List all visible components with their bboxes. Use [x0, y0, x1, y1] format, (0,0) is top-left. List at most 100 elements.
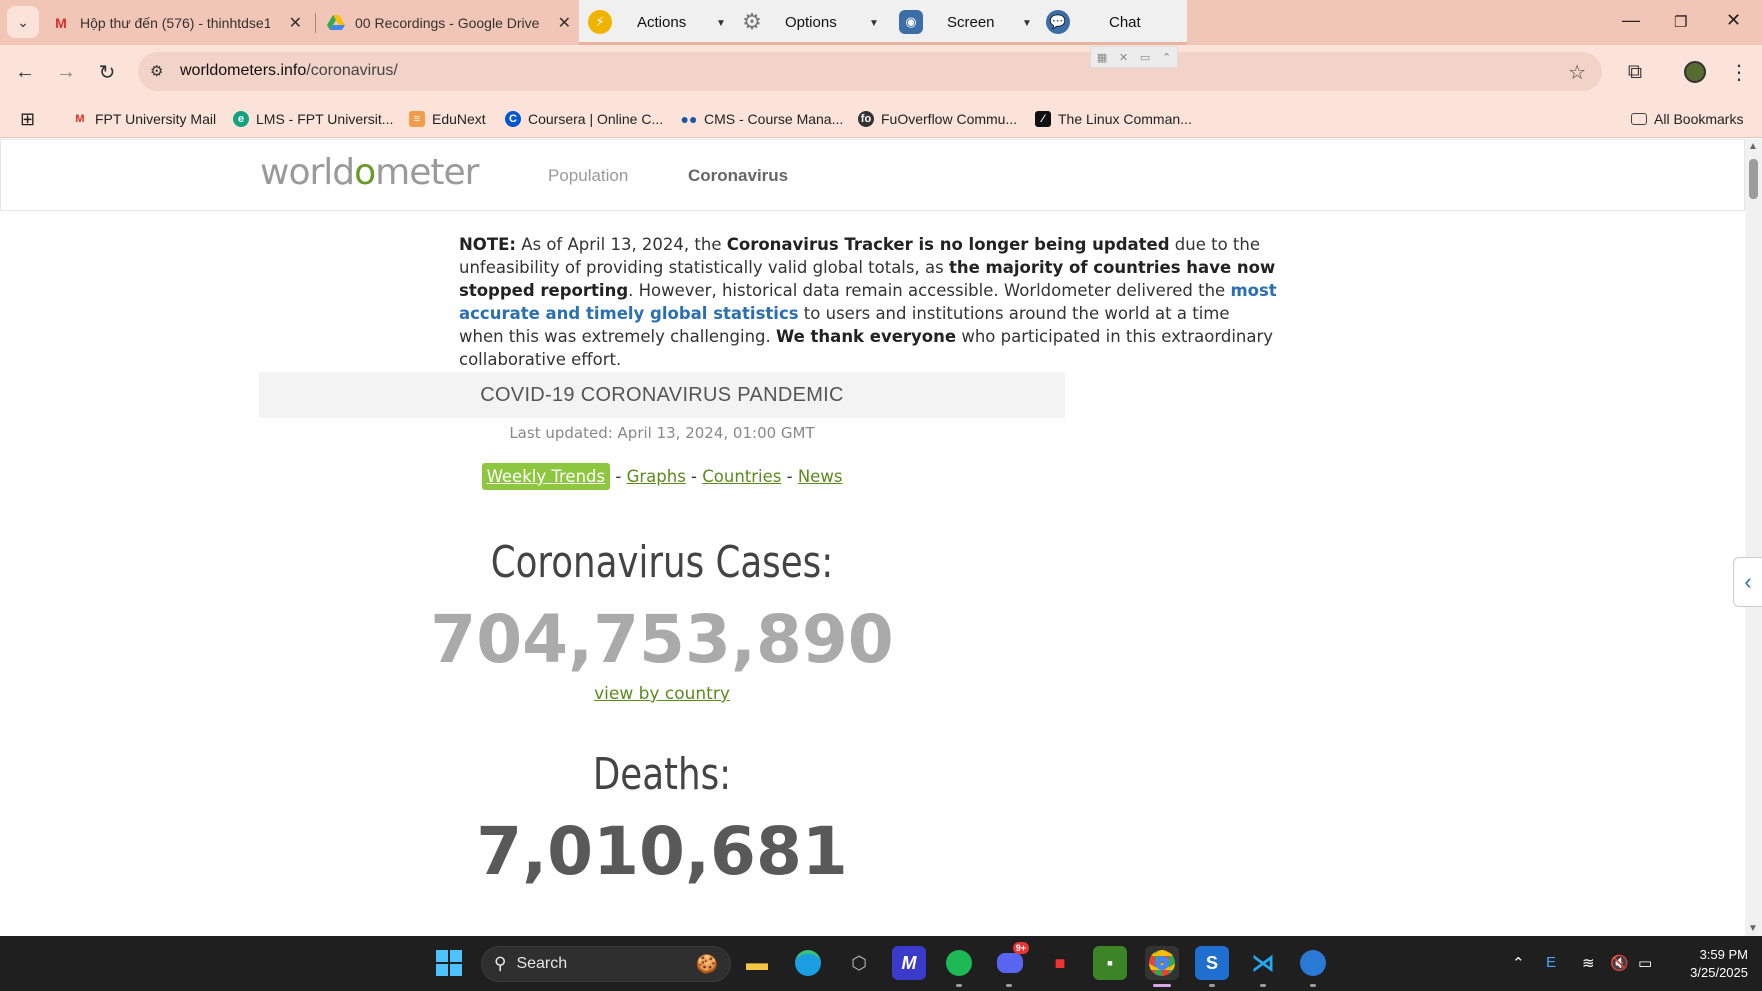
more-menu-icon[interactable]: ⋮ — [1726, 59, 1752, 85]
bookmark-edunext[interactable]: ≡ EduNext — [409, 109, 486, 129]
url-text[interactable]: worldometers.info/coronavirus/ — [180, 62, 398, 80]
folder-icon — [1631, 113, 1647, 125]
options-menu[interactable]: ⚙ Options — [740, 0, 837, 44]
graphs-link[interactable]: Graphs — [627, 467, 686, 486]
scroll-thumb[interactable] — [1749, 159, 1758, 199]
app-icon[interactable]: ⬡ — [842, 946, 876, 980]
site-header: worldometer Population Coronavirus — [0, 139, 1745, 211]
taskbar-search[interactable]: ⚲ Search 🍪 — [481, 946, 731, 982]
battery-icon[interactable]: ▭ — [1638, 954, 1652, 972]
grid-icon[interactable]: ▦ — [1097, 51, 1107, 64]
gmail-icon: M — [55, 14, 67, 31]
minimize-icon[interactable]: — — [1622, 10, 1640, 31]
note-label: NOTE: — [459, 235, 516, 254]
system-clock[interactable]: 3:59 PM 3/25/2025 — [1668, 946, 1748, 982]
google-drive-icon — [327, 14, 345, 32]
chevron-up-icon[interactable]: ⌃ — [1162, 51, 1171, 64]
volume-muted-icon[interactable]: 🔇 — [1610, 954, 1629, 972]
page-scrollbar[interactable]: ▲ ▼ — [1745, 139, 1762, 936]
clock-date: 3/25/2025 — [1690, 965, 1748, 980]
worldometer-logo[interactable]: worldometer — [260, 152, 479, 193]
minecraft-icon[interactable]: ▪ — [1093, 946, 1127, 980]
cms-icon: ●● — [680, 111, 698, 127]
forward-icon[interactable]: → — [53, 59, 79, 85]
bookmark-cms[interactable]: ●● CMS - Course Mana... — [680, 109, 844, 129]
bookmark-linux-command[interactable]: ⁄ The Linux Comman... — [1035, 109, 1192, 129]
extensions-icon[interactable]: ⧉ — [1622, 59, 1648, 85]
bookmark-fuoverflow[interactable]: fo FuOverflow Commu... — [858, 109, 1017, 129]
chrome-icon[interactable] — [1145, 946, 1179, 980]
chat-icon: 💬 — [1046, 10, 1070, 34]
pandemic-title: COVID-19 CORONAVIRUS PANDEMIC — [259, 372, 1065, 418]
linux-command-icon: ⁄ — [1035, 111, 1051, 127]
close-icon[interactable]: ✕ — [289, 13, 302, 33]
search-icon: ⚲ — [494, 954, 507, 973]
windows-start-icon[interactable] — [432, 946, 466, 980]
all-bookmarks-button[interactable]: All Bookmarks — [1631, 109, 1743, 129]
remote-desktop-icon[interactable] — [1296, 946, 1330, 980]
bookmark-star-icon[interactable]: ☆ — [1568, 60, 1586, 85]
search-highlight-icon: 🍪 — [695, 953, 718, 974]
wifi-icon[interactable]: ≋ — [1582, 954, 1595, 972]
restore-icon[interactable]: ❐ — [1674, 13, 1687, 31]
chevron-down-icon[interactable]: ▼ — [869, 18, 879, 29]
tab-gmail[interactable]: M Hộp thư đến (576) - thinhtdse1 ✕ — [52, 0, 310, 45]
chevron-left-icon: ‹ — [1744, 569, 1752, 594]
game-icon[interactable]: ■ — [1043, 946, 1077, 980]
screen-menu[interactable]: ◉ Screen — [899, 0, 995, 44]
coursera-icon: C — [505, 111, 521, 127]
bookmark-lms[interactable]: e LMS - FPT Universit... — [233, 109, 393, 129]
sourcetree-icon[interactable]: S — [1195, 946, 1229, 980]
bookmark-fpt-mail[interactable]: M FPT University Mail — [72, 109, 216, 129]
notification-badge: 9+ — [1012, 942, 1029, 954]
bookmark-label: CMS - Course Mana... — [704, 111, 844, 127]
chevron-down-icon[interactable]: ▼ — [716, 18, 726, 29]
reload-icon[interactable]: ↻ — [94, 59, 120, 85]
notion-like-icon[interactable]: M — [892, 946, 926, 980]
news-link[interactable]: News — [798, 467, 843, 486]
back-icon[interactable]: ← — [12, 59, 38, 85]
discord-icon[interactable]: 9+ — [993, 942, 1029, 980]
countries-link[interactable]: Countries — [702, 467, 781, 486]
chat-button[interactable]: 💬 Chat — [1046, 0, 1141, 44]
tab-google-drive[interactable]: 00 Recordings - Google Drive ✕ — [327, 0, 579, 45]
cases-label: Coronavirus Cases: — [490, 537, 834, 588]
view-by-country-link[interactable]: view by country — [259, 684, 1065, 704]
edunext-icon: ≡ — [409, 111, 425, 127]
all-bookmarks-label: All Bookmarks — [1654, 111, 1744, 127]
actions-menu[interactable]: ⚡ Actions — [588, 0, 686, 44]
profile-avatar[interactable] — [1682, 59, 1708, 85]
chevron-down-icon[interactable]: ▼ — [1022, 18, 1032, 29]
search-label: Search — [516, 955, 568, 972]
edge-icon[interactable] — [791, 946, 825, 980]
scroll-down-icon[interactable]: ▼ — [1748, 923, 1758, 934]
bookmark-label: Coursera | Online C... — [528, 111, 664, 127]
gear-icon: ⚙ — [742, 9, 762, 34]
bookmark-coursera[interactable]: C Coursera | Online C... — [505, 109, 663, 129]
close-window-icon[interactable]: ✕ — [1726, 10, 1741, 31]
nav-coronavirus[interactable]: Coronavirus — [688, 166, 788, 186]
deaths-counter: 7,010,681 — [476, 813, 848, 890]
collapse-icon[interactable]: ✕ — [1119, 51, 1128, 64]
nav-population[interactable]: Population — [548, 166, 628, 186]
weekly-trends-link[interactable]: Weekly Trends — [481, 463, 611, 490]
chevron-up-icon[interactable]: ⌃ — [1512, 954, 1525, 972]
close-icon[interactable]: ✕ — [558, 13, 571, 33]
note-text: As of April 13, 2024, the — [515, 235, 727, 254]
spotify-icon[interactable] — [942, 946, 976, 980]
side-panel-toggle[interactable]: ‹ — [1733, 557, 1762, 607]
scroll-up-icon[interactable]: ▲ — [1748, 141, 1758, 152]
clock-time: 3:59 PM — [1699, 947, 1748, 962]
bookmark-label: LMS - FPT Universit... — [256, 111, 394, 127]
address-bar[interactable]: ⚙ worldometers.info/coronavirus/ ☆ — [138, 52, 1602, 91]
site-info-icon[interactable]: ⚙ — [150, 62, 163, 80]
vscode-icon[interactable]: ⋊ — [1246, 946, 1280, 980]
link-separator: - — [781, 467, 798, 486]
monitor-icon[interactable]: ▭ — [1140, 51, 1150, 64]
link-separator: - — [610, 467, 627, 486]
screen-recorder-toolbar: ⚡ Actions ▼ ⚙ Options ▼ ◉ Screen ▼ 💬 Cha… — [579, 0, 1187, 45]
input-method-icon[interactable]: E — [1546, 954, 1556, 971]
apps-grid-icon[interactable]: ⊞ — [20, 109, 35, 129]
file-explorer-icon[interactable]: ▬ — [740, 946, 774, 980]
tab-search-button[interactable]: ⌄ — [7, 6, 39, 38]
